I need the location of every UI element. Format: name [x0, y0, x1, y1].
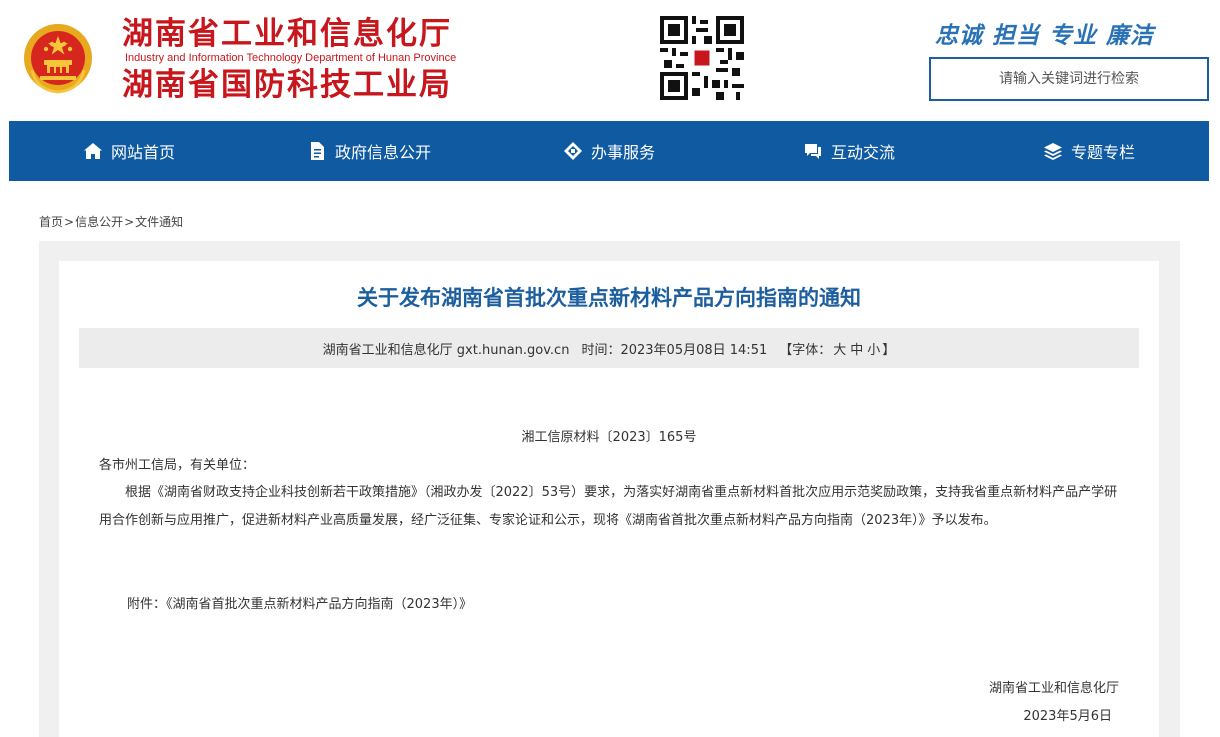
- nav-item-interaction[interactable]: 互动交流: [729, 121, 969, 181]
- breadcrumb-notices[interactable]: 文件通知: [135, 215, 183, 229]
- article-title: 关于发布湖南省首批次重点新材料产品方向指南的通知: [357, 286, 861, 310]
- breadcrumb-home[interactable]: 首页: [39, 215, 63, 229]
- site-header: 湖南省工业和信息化厅 Industry and Information Tech…: [0, 0, 1220, 121]
- slogan: 忠诚 担当 专业 廉洁: [935, 23, 1155, 49]
- search-input[interactable]: [939, 71, 1199, 87]
- font-size-medium-button[interactable]: 中: [850, 343, 863, 358]
- nav-item-services[interactable]: 办事服务: [489, 121, 729, 181]
- handshake-icon: [563, 142, 582, 160]
- time-value: 2023年05月08日 14:51: [620, 342, 768, 358]
- breadcrumb-separator: >: [64, 215, 75, 229]
- home-icon: [83, 143, 102, 159]
- breadcrumb-info-public[interactable]: 信息公开: [75, 215, 123, 229]
- attachment-link[interactable]: 附件：《湖南省首批次重点新材料产品方向指南（2023年）》: [99, 591, 1119, 619]
- article-time: 时间：2023年05月08日 14:51: [581, 339, 767, 358]
- nav-item-label: 网站首页: [110, 143, 175, 162]
- nav-item-label: 互动交流: [830, 143, 895, 162]
- nav-item-home[interactable]: 网站首页: [9, 121, 249, 181]
- font-label-close: 】: [882, 342, 896, 358]
- nav-item-label: 办事服务: [590, 143, 655, 162]
- signature-date: 2023年5月6日: [1023, 709, 1112, 724]
- font-size-controls: 【字体：大中小】: [779, 339, 895, 358]
- font-size-small-button[interactable]: 小: [867, 343, 880, 358]
- salutation: 各市州工信局，有关单位：: [99, 458, 256, 473]
- breadcrumb-separator: >: [124, 215, 135, 229]
- nav-item-topics[interactable]: 专题专栏: [969, 121, 1209, 181]
- site-title-english: Industry and Information Technology Depa…: [125, 52, 457, 64]
- font-size-large-button[interactable]: 大: [833, 343, 846, 358]
- layers-icon: [1043, 143, 1062, 160]
- search-box[interactable]: [929, 57, 1209, 101]
- chat-icon: [804, 144, 821, 159]
- national-emblem-icon: [24, 24, 92, 94]
- site-title[interactable]: 湖南省工业和信息化厅 Industry and Information Tech…: [122, 16, 456, 103]
- nav-item-label: 政府信息公开: [334, 143, 431, 162]
- main-navigation: 网站首页 政府信息公开 办事服务 互动交流 专题专栏: [9, 121, 1209, 181]
- article-meta-bar: 湖南省工业和信息化厅 gxt.hunan.gov.cn 时间：2023年05月0…: [79, 328, 1139, 368]
- breadcrumb: 首页>信息公开>文件通知: [39, 213, 183, 230]
- body-paragraph: 根据《湖南省财政支持企业科技创新若干政策措施》（湘政办发〔2022〕53号）要求…: [99, 485, 1118, 528]
- signature-org: 湖南省工业和信息化厅: [988, 681, 1119, 696]
- site-title-line2: 湖南省国防科技工业局: [122, 67, 452, 103]
- nav-item-gov-info[interactable]: 政府信息公开: [249, 121, 489, 181]
- document-number: 湘工信原材料〔2023〕165号: [521, 430, 697, 445]
- site-title-line1: 湖南省工业和信息化厅: [122, 16, 452, 52]
- font-label: 【字体：: [779, 342, 832, 358]
- article-source: 湖南省工业和信息化厅 gxt.hunan.gov.cn: [322, 342, 570, 358]
- nav-item-label: 专题专栏: [1070, 143, 1135, 162]
- qr-code-icon: [660, 16, 744, 100]
- time-label: 时间：: [581, 342, 621, 358]
- document-icon: [310, 142, 324, 160]
